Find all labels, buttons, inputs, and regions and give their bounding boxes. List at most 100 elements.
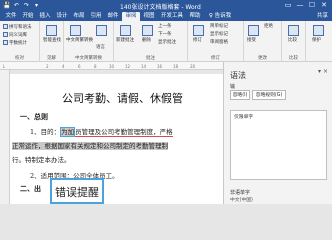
tab-insert[interactable]: 插入: [37, 12, 53, 21]
ruler-tab-selector[interactable]: L: [3, 64, 5, 69]
protect-button[interactable]: 保护: [312, 38, 321, 44]
grammar-suggestions-box[interactable]: 仅限单字: [230, 110, 327, 180]
smart-lookup-icon: [46, 25, 57, 36]
window-title: 140张设计文档版格套 - Word: [120, 4, 201, 11]
tab-design[interactable]: 设计: [54, 12, 70, 21]
undo-icon[interactable]: ↶: [13, 2, 20, 9]
ruler-tick: 2: [46, 64, 49, 69]
tab-review[interactable]: 审阅: [122, 12, 140, 21]
language-label: 中文简繁转换: [75, 56, 102, 61]
proofing-label: 校对: [15, 56, 24, 61]
section-heading-general: 一、总则: [20, 112, 48, 121]
redo-icon[interactable]: ↷: [23, 2, 30, 9]
new-comment-icon: [120, 25, 131, 36]
changes-group: 接受 拒绝 更改: [244, 21, 282, 62]
grammar-pane-footer: 非语单字: [230, 190, 251, 196]
delete-comment-icon: [142, 25, 153, 36]
tracking-group: 修订 简单标记 显示标记 审阅窗格 修订: [188, 21, 244, 62]
ruler-tick: 8: [94, 64, 97, 69]
save-icon[interactable]: 💾: [3, 2, 10, 9]
compare-button[interactable]: 比较: [288, 38, 297, 44]
language-group: 中文简繁转换 语言 中文简繁转换: [64, 21, 114, 62]
changes-label: 更改: [258, 56, 267, 61]
ignore-button[interactable]: 忽略(I): [230, 90, 250, 100]
word-count-button[interactable]: 字数统计: [3, 40, 27, 47]
simple-markup-dropdown[interactable]: 简单标记: [210, 24, 228, 30]
document-heading: 公司考勤、请假、休假管: [62, 92, 183, 105]
ruler-tick: 12: [125, 64, 131, 69]
horizontal-ruler[interactable]: L 2 4 6 8 10 12 14 16 18 20: [0, 62, 223, 70]
tab-layout[interactable]: 布局: [71, 12, 87, 21]
ruler-tick: 4: [62, 64, 65, 69]
tracking-label: 修订: [211, 56, 220, 61]
spelling-grammar-button[interactable]: 拼写和语法: [3, 24, 32, 31]
track-changes-button[interactable]: 修订: [193, 38, 202, 44]
ribbon: 拼写和语法 同义词库 字数统计 校对 智能查找 见解 中文简繁转换 语言 中文简…: [0, 21, 332, 62]
chinese-conversion-icon: [70, 25, 81, 36]
proofing-group: 拼写和语法 同义词库 字数统计 校对: [0, 21, 40, 62]
show-comments-button[interactable]: 显示批注: [158, 40, 176, 46]
language-icon: [96, 25, 107, 36]
vertical-ruler[interactable]: [0, 70, 10, 204]
chinese-conversion-button[interactable]: 中文简繁转换: [66, 38, 93, 44]
share-button[interactable]: 共享: [317, 12, 328, 21]
accept-icon: [248, 25, 259, 36]
compare-label: 比较: [289, 56, 298, 61]
tab-view[interactable]: 视图: [141, 12, 157, 21]
paragraph-line-3[interactable]: 行。特制定本办法。: [12, 154, 71, 164]
ruler-tick: 16: [157, 64, 163, 69]
delete-comment-button[interactable]: 删除: [142, 38, 151, 44]
insights-group: 智能查找 见解: [40, 21, 64, 62]
ruler-tick: 18: [173, 64, 179, 69]
new-comment-button[interactable]: 新建批注: [116, 38, 134, 44]
grammar-pane-language: 中文(中国): [230, 198, 253, 203]
ruler-tick: 20: [190, 64, 196, 69]
reviewing-pane-button[interactable]: 审阅窗格: [210, 40, 228, 46]
spelling-icon: [3, 24, 8, 29]
previous-comment-button[interactable]: 上一条: [158, 24, 172, 30]
close-button[interactable]: ✕: [318, 0, 330, 11]
next-comment-button[interactable]: 下一条: [158, 32, 172, 38]
tab-help[interactable]: 帮助: [187, 12, 203, 21]
smart-lookup-button[interactable]: 智能查找: [43, 38, 61, 44]
paragraph-line-2[interactable]: 正常运作，根据国家有关规定和公司制定的考勤管理制: [12, 140, 168, 150]
tab-mailings[interactable]: 邮件: [105, 12, 121, 21]
protect-icon: [313, 25, 324, 36]
comments-group: 新建批注 删除 上一条 下一条 显示批注 批注: [114, 21, 188, 62]
thesaurus-icon: [3, 32, 8, 37]
grammar-pane-controls[interactable]: ▾ ×: [318, 68, 328, 75]
error-callout: 错误提醒: [50, 178, 104, 204]
thesaurus-button[interactable]: 同义词库: [3, 32, 27, 39]
language-button[interactable]: 语言: [96, 45, 105, 51]
ribbon-display-options-button[interactable]: ▭: [282, 0, 294, 11]
minimize-button[interactable]: —: [294, 0, 306, 11]
comments-label: 批注: [146, 56, 155, 61]
quick-access-toolbar: 💾 ↶ ↷ ▾: [3, 1, 40, 10]
ribbon-tabs: 文件 开始 插入 设计 布局 引用 邮件 审阅 视图 开发工具 帮助 ♀ 告诉我…: [0, 11, 332, 21]
compare-group: 比较 比较: [282, 21, 306, 62]
paragraph-purpose[interactable]: 1、目的：为加员管理及公司考勤管理制度，严格: [30, 126, 173, 137]
tab-home[interactable]: 开始: [20, 12, 36, 21]
grammar-pane-subtitle: 输: [230, 84, 236, 90]
window-controls: ▭ — ☐ ✕: [282, 0, 330, 11]
compare-icon: [288, 25, 299, 36]
ignore-rule-button[interactable]: 忽略规则(G): [252, 90, 286, 100]
suggestion-label: 仅限单字: [234, 115, 254, 120]
document-area[interactable]: 公司考勤、请假、休假管 一、总则 1、目的：为加员管理及公司考勤管理制度，严格 …: [10, 70, 223, 204]
tab-references[interactable]: 引用: [88, 12, 104, 21]
show-markup-dropdown[interactable]: 显示标记: [210, 32, 228, 38]
ruler-tick: 6: [78, 64, 81, 69]
insights-label: 见解: [47, 56, 56, 61]
maximize-button[interactable]: ☐: [306, 0, 318, 11]
tab-developer[interactable]: 开发工具: [158, 12, 186, 21]
grammar-pane-title: 语法: [230, 71, 246, 80]
tab-file[interactable]: 文件: [3, 12, 19, 21]
tell-me-search[interactable]: ♀ 告诉我: [205, 12, 235, 21]
grammar-pane: 语法 ▾ × 输 忽略(I) 忽略规则(G) 仅限单字 非语单字 中文(中国): [223, 62, 332, 204]
reject-button[interactable]: 拒绝: [264, 24, 273, 30]
accept-button[interactable]: 接受: [247, 38, 256, 44]
track-changes-icon: [193, 25, 204, 36]
grammar-error-highlight[interactable]: 为加: [60, 127, 76, 137]
customize-qat-icon[interactable]: ▾: [33, 2, 40, 9]
word-count-icon: [3, 40, 8, 45]
